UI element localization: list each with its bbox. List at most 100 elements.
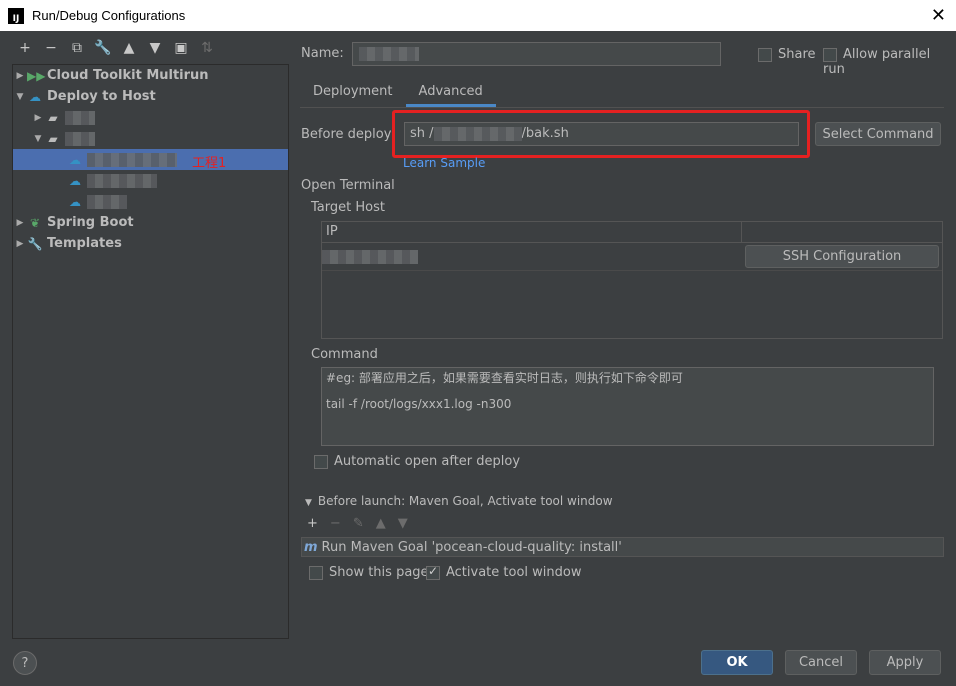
wrench-icon: 🔧 <box>27 236 43 251</box>
tab-advanced[interactable]: Advanced <box>405 80 496 107</box>
command-textarea[interactable]: #eg: 部署应用之后，如果需要查看实时日志，则执行如下命令即可 tail -f… <box>321 367 934 446</box>
share-label: Share <box>778 47 816 62</box>
configuration-tree: ▶ ▶▶ Cloud Toolkit Multirun ▼ ☁ Deploy t… <box>12 64 289 639</box>
cloud-upload-icon: ☁ <box>69 194 81 209</box>
parallel-label: Allow parallel run <box>823 47 931 77</box>
tree-item-label: Templates <box>47 236 122 251</box>
tree-item-label: Spring Boot <box>47 215 134 230</box>
redacted-text <box>87 194 127 209</box>
activate-tool-label: Activate tool window <box>446 565 582 580</box>
window-title: Run/Debug Configurations <box>32 8 186 23</box>
apply-button[interactable]: Apply <box>869 650 941 675</box>
show-page-checkbox[interactable] <box>309 565 323 580</box>
tree-item-spring-boot[interactable]: ▶ ❦ Spring Boot <box>13 212 288 233</box>
command-line: tail -f /root/logs/xxx1.log -n300 <box>326 397 512 411</box>
remove-icon[interactable]: − <box>42 40 60 56</box>
tree-item-deploy-to-host[interactable]: ▼ ☁ Deploy to Host <box>13 86 288 107</box>
sort-icon[interactable]: ⇅ <box>198 40 216 56</box>
tree-item-cloud-toolkit-multirun[interactable]: ▶ ▶▶ Cloud Toolkit Multirun <box>13 65 288 86</box>
folder-icon: ▰ <box>48 131 58 146</box>
tree-item-config[interactable]: ☁ <box>13 170 288 191</box>
share-checkbox[interactable] <box>758 47 772 62</box>
tab-bar: Deployment Advanced <box>300 80 944 108</box>
ok-button[interactable]: OK <box>701 650 773 675</box>
redacted-text <box>87 152 177 167</box>
target-host-table: IP <box>321 221 943 339</box>
collapse-arrow-icon[interactable]: ▼ <box>13 92 27 102</box>
new-folder-icon[interactable]: ▣ <box>172 40 190 56</box>
move-down-icon[interactable]: ▼ <box>146 40 164 56</box>
auto-open-option[interactable]: Automatic open after deploy <box>314 454 520 469</box>
auto-open-label: Automatic open after deploy <box>334 454 521 469</box>
tree-item-label: Deploy to Host <box>47 89 156 104</box>
before-launch-toolbar: + − ✎ ▲ ▼ <box>307 516 408 531</box>
folder-icon: ▰ <box>48 110 58 125</box>
annotation-label: 工程1 <box>192 156 227 171</box>
maven-goal-label: Run Maven Goal 'pocean-cloud-quality: in… <box>321 539 622 555</box>
config-toolbar: + − ⧉ 🔧 ▲ ▼ ▣ ⇅ <box>16 40 216 56</box>
collapse-arrow-icon[interactable]: ▼ <box>305 498 312 508</box>
expand-arrow-icon[interactable]: ▶ <box>13 218 27 228</box>
maven-icon: m <box>304 539 318 555</box>
show-page-label: Show this page <box>329 565 429 580</box>
move-up-icon[interactable]: ▲ <box>376 516 386 531</box>
expand-arrow-icon[interactable]: ▶ <box>13 239 27 249</box>
tree-item-selected[interactable]: ☁ <box>13 149 288 170</box>
add-icon[interactable]: + <box>307 516 318 531</box>
double-play-icon: ▶▶ <box>27 68 46 83</box>
tree-item-folder[interactable]: ▼ ▰ <box>13 128 288 149</box>
before-deploy-label: Before deploy <box>301 127 392 142</box>
cancel-button[interactable]: Cancel <box>785 650 857 675</box>
redacted-text <box>65 110 95 125</box>
select-command-button[interactable]: Select Command <box>815 122 941 146</box>
add-icon[interactable]: + <box>16 40 34 56</box>
table-header: IP <box>322 222 942 243</box>
name-label: Name: <box>301 46 344 61</box>
maven-goal-row[interactable]: m Run Maven Goal 'pocean-cloud-quality: … <box>301 537 944 557</box>
redacted-text <box>87 173 157 188</box>
wrench-icon[interactable]: 🔧 <box>94 40 112 56</box>
ssh-configuration-button[interactable]: SSH Configuration <box>745 245 939 268</box>
redacted-text <box>359 47 419 61</box>
spring-boot-icon: ❦ <box>29 215 41 230</box>
parallel-option[interactable]: Allow parallel run <box>823 47 956 77</box>
redacted-text <box>65 131 95 146</box>
cloud-upload-icon: ☁ <box>69 152 81 167</box>
before-launch-label: Before launch: Maven Goal, Activate tool… <box>317 494 613 508</box>
cloud-upload-icon: ☁ <box>29 89 41 104</box>
open-terminal-label: Open Terminal <box>301 178 395 193</box>
remove-icon[interactable]: − <box>330 516 341 531</box>
close-icon[interactable]: ✕ <box>931 5 946 26</box>
activate-tool-checkbox[interactable] <box>426 564 440 580</box>
redacted-text <box>322 249 418 264</box>
copy-icon[interactable]: ⧉ <box>68 40 86 56</box>
tree-item-templates[interactable]: ▶ 🔧 Templates <box>13 233 288 254</box>
expand-arrow-icon[interactable]: ▶ <box>31 113 45 123</box>
highlight-box <box>392 110 810 158</box>
auto-open-checkbox[interactable] <box>314 454 328 469</box>
activate-tool-option[interactable]: Activate tool window <box>426 564 582 580</box>
command-line: #eg: 部署应用之后，如果需要查看实时日志，则执行如下命令即可 <box>326 371 683 385</box>
edit-icon[interactable]: ✎ <box>353 516 364 531</box>
before-launch-section[interactable]: ▼ Before launch: Maven Goal, Activate too… <box>305 494 613 508</box>
parallel-checkbox[interactable] <box>823 47 837 62</box>
show-page-option[interactable]: Show this page <box>309 565 429 580</box>
help-button[interactable]: ? <box>13 651 37 675</box>
expand-arrow-icon[interactable]: ▶ <box>13 71 27 81</box>
tree-item-config[interactable]: ☁ <box>13 191 288 212</box>
learn-sample-link[interactable]: Learn Sample <box>403 156 485 170</box>
cloud-upload-icon: ☁ <box>69 173 81 188</box>
tree-item-label: Cloud Toolkit Multirun <box>47 68 209 83</box>
intellij-icon: IJ <box>8 7 24 24</box>
ip-column-header: IP <box>322 222 742 242</box>
title-bar: IJ Run/Debug Configurations ✕ <box>0 0 956 31</box>
tree-item-folder[interactable]: ▶ ▰ <box>13 107 288 128</box>
share-option[interactable]: Share <box>758 47 816 62</box>
tab-deployment[interactable]: Deployment <box>300 80 406 107</box>
move-up-icon[interactable]: ▲ <box>120 40 138 56</box>
command-label: Command <box>311 347 378 362</box>
collapse-arrow-icon[interactable]: ▼ <box>31 134 45 144</box>
name-field[interactable] <box>352 42 721 66</box>
target-host-label: Target Host <box>311 200 385 215</box>
move-down-icon[interactable]: ▼ <box>398 516 408 531</box>
